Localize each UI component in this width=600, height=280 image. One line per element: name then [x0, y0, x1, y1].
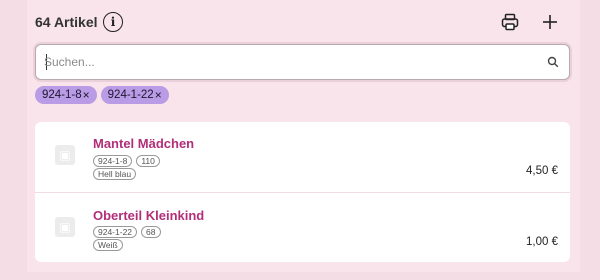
filter-chip-label: 924-1-8: [42, 89, 82, 101]
color-badge: Hell blau: [93, 168, 137, 180]
filter-chip[interactable]: 924-1-22 ×: [100, 86, 169, 104]
filter-chip-label: 924-1-22: [107, 89, 154, 101]
list-item[interactable]: ▣ Oberteil Kleinkind 924-1-22 68 Weiß 1,…: [35, 192, 570, 262]
item-title: Oberteil Kleinkind: [93, 208, 205, 223]
item-tags: 924-1-8 110: [93, 155, 160, 167]
search-input[interactable]: [44, 52, 524, 72]
item-tags-color: Weiß: [93, 239, 123, 251]
header: 64 Artikel i: [35, 12, 575, 34]
size-badge: 110: [136, 155, 160, 167]
printer-icon[interactable]: [501, 13, 519, 31]
code-badge: 924-1-8: [93, 155, 133, 167]
article-list: ▣ Mantel Mädchen 924-1-8 110 Hell blau 4…: [35, 122, 570, 262]
remove-filter-icon[interactable]: ×: [83, 88, 90, 102]
item-tags-color: Hell blau: [93, 168, 137, 180]
image-placeholder-icon: ▣: [55, 145, 75, 165]
filter-chip[interactable]: 924-1-8 ×: [35, 86, 97, 104]
search-icon[interactable]: [547, 56, 559, 68]
item-tags: 924-1-22 68: [93, 226, 161, 238]
size-badge: 68: [141, 226, 161, 238]
code-badge: 924-1-22: [93, 226, 138, 238]
search-box: [35, 44, 570, 80]
item-title: Mantel Mädchen: [93, 136, 195, 151]
image-placeholder-icon: ▣: [55, 217, 75, 237]
filter-chips: 924-1-8 × 924-1-22 ×: [35, 86, 169, 104]
item-price: 1,00 €: [526, 236, 558, 248]
item-count: 64 Artikel: [35, 14, 98, 30]
item-price: 4,50 €: [526, 165, 558, 177]
list-item[interactable]: ▣ Mantel Mädchen 924-1-8 110 Hell blau 4…: [35, 122, 570, 192]
info-icon[interactable]: i: [103, 12, 123, 32]
remove-filter-icon[interactable]: ×: [155, 88, 162, 102]
color-badge: Weiß: [93, 239, 123, 251]
plus-icon[interactable]: [541, 13, 559, 31]
